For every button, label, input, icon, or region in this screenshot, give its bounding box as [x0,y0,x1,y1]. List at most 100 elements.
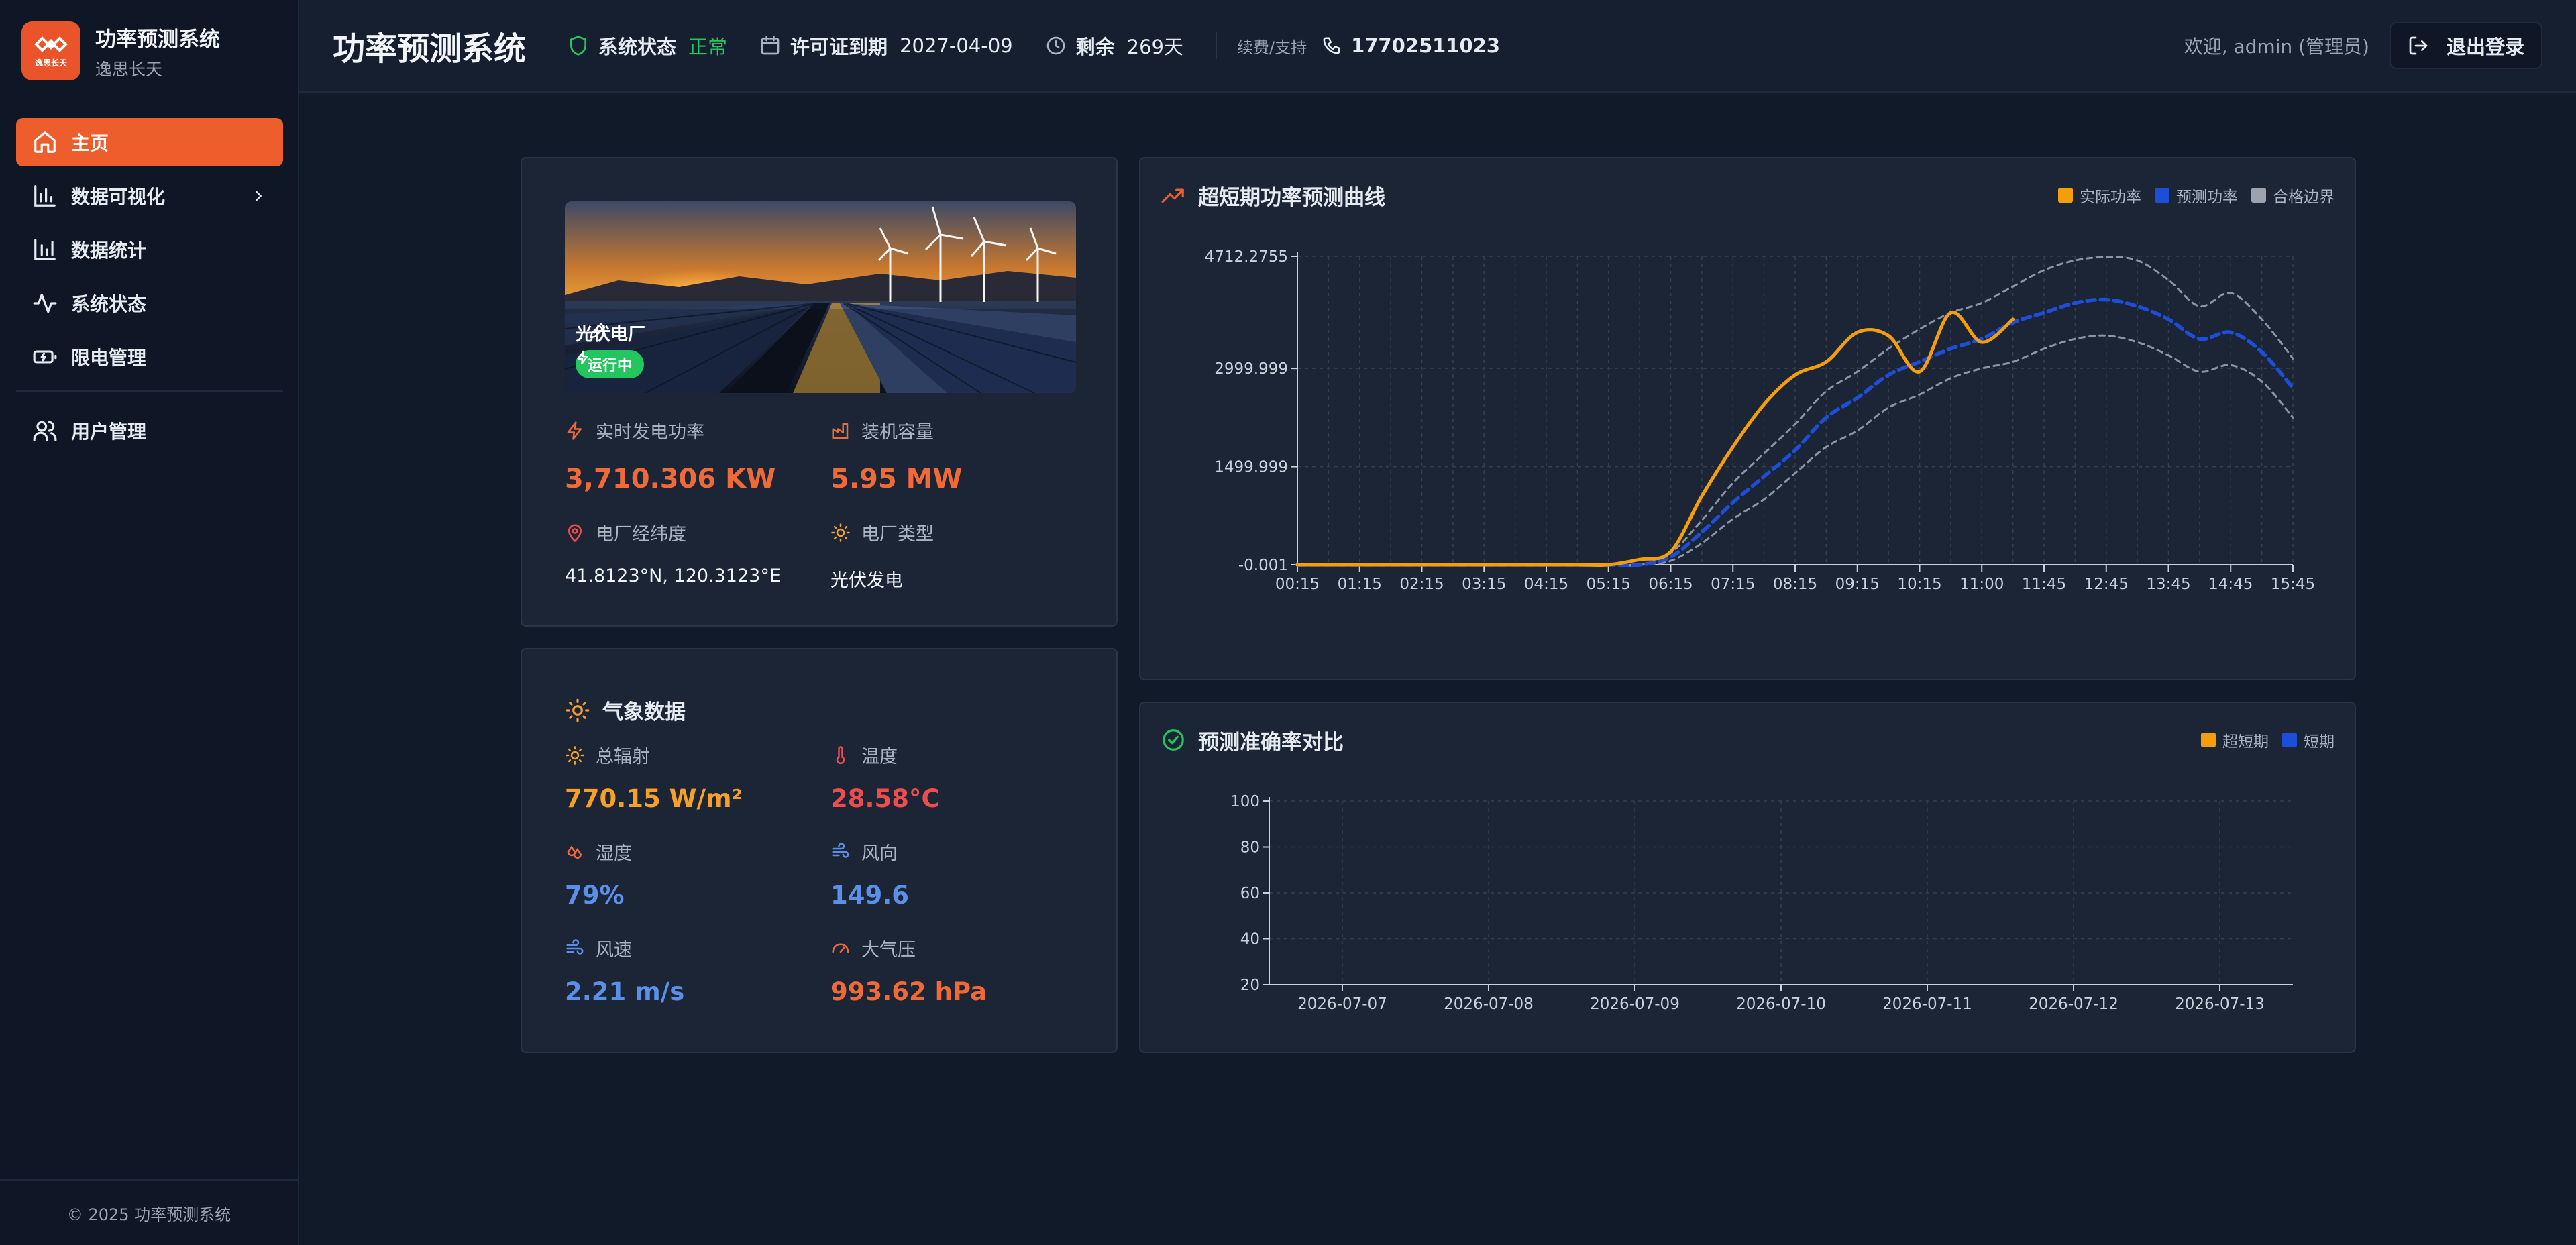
plant-photo: 光伏电厂 运行中 [565,201,1076,393]
factory-icon [832,423,849,439]
status-badge-text: 运行中 [588,358,633,374]
sidebar-item-home[interactable]: 主页 [16,118,283,166]
phone-icon [1323,37,1340,54]
series-line-actual [1295,311,2015,567]
x-tick-label: 2026-07-13 [2175,995,2265,1013]
top-header: 功率预测系统 系统状态 正常 许可证到期 2027-04-09 剩余 269天 … [299,0,2576,93]
wind-dir-label: 风向 [861,843,898,864]
x-tick-label: 10:15 [1897,576,1941,593]
y-tick-label: 20 [1240,977,1260,994]
sidebar-item-power-limit[interactable]: 限电管理 [16,333,283,381]
lightning-icon [567,421,582,440]
temperature: 温度 28.58°C [830,742,940,813]
weather-card: 气象数据 总辐射 770.15 W/m² 温度 28.58°C 湿度 79% 风… [521,648,1118,1053]
y-tick-label: 60 [1240,885,1260,902]
realtime-power: 实时发电功率 3,710.306 KW [565,417,775,494]
chart-grid [1291,256,2294,565]
sidebar-nav: 主页 数据可视化 数据统计 系统状态 限电管理 用户管理 [16,118,283,460]
humidity-label: 湿度 [596,843,632,864]
sidebar-item-user-management[interactable]: 用户管理 [16,407,283,455]
x-tick-label: 15:45 [2271,576,2315,593]
x-tick-label: 2026-07-07 [1297,995,1387,1013]
plant-name: 光伏电厂 [576,321,645,345]
sidebar-item-system-status[interactable]: 系统状态 [16,279,283,327]
sidebar-item-data-visualization[interactable]: 数据可视化 [16,172,283,220]
x-tick-label: 06:15 [1648,576,1693,593]
x-tick-label: 00:15 [1275,576,1320,593]
type-label: 电厂类型 [861,524,934,545]
phone-number: 17702511023 [1351,34,1501,57]
system-status: 系统状态 正常 [568,32,727,60]
plant-name-text: 光伏电厂 [576,325,646,345]
license-label: 许可证到期 [790,36,888,58]
brand[interactable]: 逸思长天 功率预测系统 逸思长天 [21,21,220,80]
header-divider [1215,32,1217,59]
logout-button[interactable]: 退出登录 [2390,22,2542,69]
x-tick-label: 11:00 [1960,576,2004,593]
sidebar-footer: © 2025 功率预测系统 [0,1179,298,1245]
x-tick-label: 2026-07-09 [1590,995,1680,1013]
sun-icon [566,698,590,722]
brand-subtitle: 逸思长天 [95,59,163,79]
x-tick-label: 04:15 [1524,576,1568,593]
home-icon [34,131,56,153]
x-tick-label: 08:15 [1773,576,1817,593]
x-tick-label: 13:45 [2146,576,2190,593]
power-forecast-card: 超短期功率预测曲线 实际功率 预测功率 合格边界 -0.001 1499.999 2… [1139,157,2356,680]
sidebar: 逸思长天 功率预测系统 逸思长天 主页 数据可视化 数据统计 系统状态 限电管理 [0,0,299,1245]
license-expiry: 许可证到期 2027-04-09 [759,32,1013,60]
logo-mark-icon [34,36,68,52]
irradiance-value: 770.15 W/m² [565,784,743,813]
page-title: 功率预测系统 [333,30,527,68]
plant-type: 电厂类型 光伏发电 [830,519,934,592]
sidebar-item-data-statistics[interactable]: 数据统计 [16,225,283,274]
coords-label: 电厂经纬度 [596,524,686,545]
edit-pencil-icon[interactable] [588,321,608,341]
logout-label: 退出登录 [2446,36,2524,58]
thermometer-icon [836,745,845,764]
plant-card: 光伏电厂 运行中 实时发电功率 3,710.306 KW 装机容量 5.95 M… [521,157,1118,627]
logout-icon [2409,36,2428,55]
license-value: 2027-04-09 [900,34,1013,57]
x-tick-label: 02:15 [1399,576,1444,593]
power-forecast-chart[interactable]: -0.001 1499.999 2999.999 4712.2755 00:15 01:1… [1140,158,2357,682]
irradiance: 总辐射 770.15 W/m² [565,742,743,813]
nav-divider [16,390,283,392]
welcome-text: 欢迎, admin (管理员) [2184,36,2369,58]
status-value: 正常 [688,36,728,58]
wind-speed-label: 风速 [596,940,632,961]
pressure-value: 993.62 hPa [830,977,987,1006]
air-pressure: 大气压 993.62 hPa [830,935,987,1006]
x-tick-label: 2026-07-10 [1736,995,1826,1013]
users-icon [33,421,57,441]
x-tick-label: 14:45 [2208,576,2253,593]
status-badge: 运行中 [576,350,645,378]
capacity-value: 5.95 MW [830,464,963,494]
x-tick-label: 01:15 [1338,576,1382,593]
sidebar-item-label: 系统状态 [71,293,147,315]
x-tick-label: 12:45 [2084,576,2129,593]
temperature-value: 28.58°C [830,784,940,813]
activity-icon [33,293,57,313]
y-tick-label: 80 [1240,839,1260,857]
wind-speed-value: 2.21 m/s [565,977,685,1006]
remaining-days: 剩余 269天 [1045,32,1183,60]
shield-icon [570,36,587,56]
sidebar-item-label: 数据可视化 [71,186,166,208]
clock-icon [1046,36,1065,55]
x-tick-label: 2026-07-11 [1882,995,1972,1013]
sidebar-item-label: 用户管理 [71,421,147,443]
x-tick-label: 2026-07-08 [1444,995,1534,1013]
battery-icon [33,350,57,364]
support-phone[interactable]: 17702511023 [1322,34,1500,57]
y-tick-label: -0.001 [1238,557,1288,574]
chevron-right-icon[interactable] [251,188,266,203]
plant-coordinates: 电厂经纬度 41.8123°N, 120.3123°E [565,519,781,586]
sidebar-item-label: 限电管理 [71,347,147,369]
droplets-icon [567,845,582,859]
temperature-label: 温度 [861,747,898,767]
accuracy-chart[interactable]: 20 40 60 80 100 2026-07-07 2026-07-08 2026-07-0… [1140,703,2357,1054]
y-tick-label: 1499.999 [1214,459,1288,476]
logo-text: 逸思长天 [34,58,67,68]
support-label: 续费/支持 [1236,38,1307,57]
